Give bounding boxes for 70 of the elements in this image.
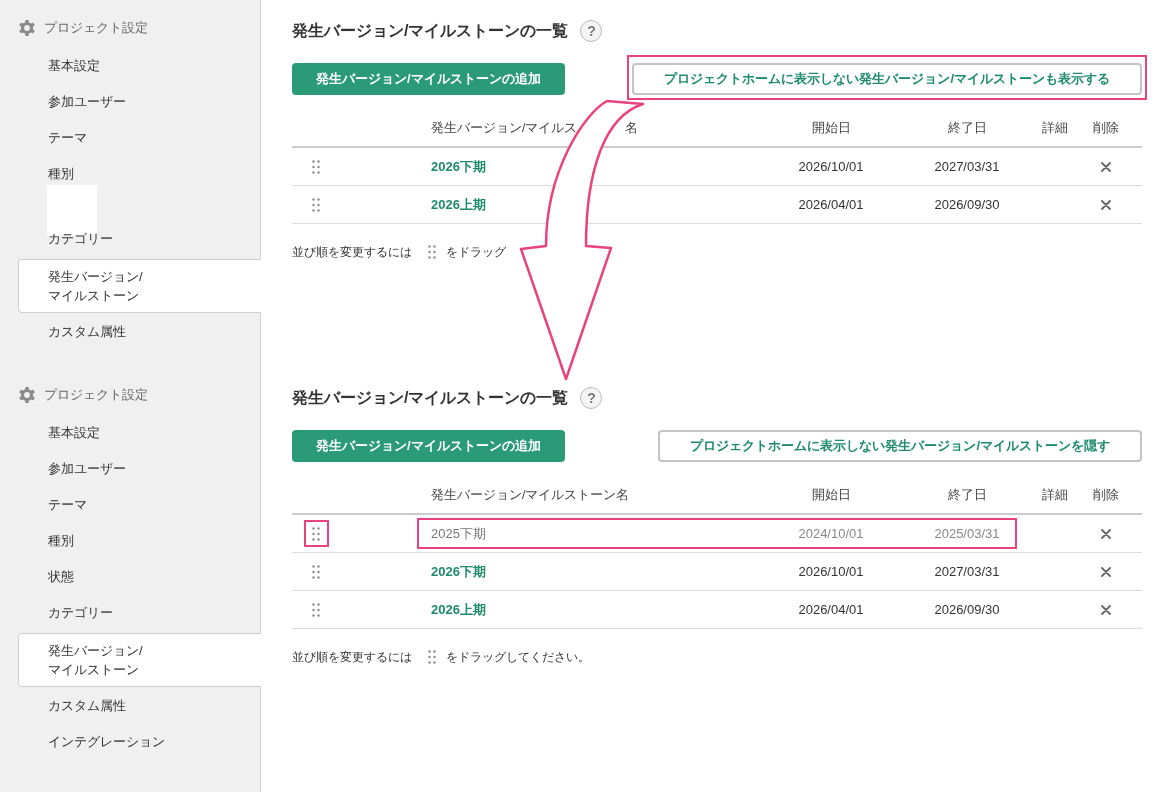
end-date: 2027/03/31 [934, 159, 1000, 174]
start-date: 2026/10/01 [798, 564, 864, 579]
drag-handle-icon[interactable] [312, 602, 320, 617]
sidebar-item[interactable]: インテグレーション [18, 724, 261, 760]
version-name[interactable]: 2025下期 [431, 524, 486, 543]
column-header: 開始日 [811, 487, 851, 502]
toggle-hidden-button[interactable]: プロジェクトホームに表示しない発生バージョン/マイルストーンも表示する [632, 63, 1142, 95]
sidebar-item[interactable]: 種別 [18, 156, 261, 192]
end-date: 2026/09/30 [934, 197, 1000, 212]
end-date: 2027/03/31 [934, 564, 1000, 579]
sidebar-item[interactable]: カテゴリー [18, 221, 261, 257]
page-title: 発生バージョン/マイルストーンの一覧 [292, 388, 569, 408]
sidebar-heading: プロジェクト設定 [44, 19, 148, 37]
sidebar-item[interactable]: カテゴリー [18, 595, 261, 631]
start-date: 2026/04/01 [798, 197, 864, 212]
drag-handle-icon[interactable] [312, 564, 320, 579]
column-header: 開始日 [811, 120, 851, 135]
column-header: 終了日 [947, 120, 987, 135]
sidebar-item[interactable]: テーマ [18, 120, 261, 156]
sidebar-item[interactable]: カスタム属性 [18, 314, 261, 350]
sidebar-item[interactable]: 基本設定 [18, 48, 261, 84]
drag-handle-icon [428, 650, 436, 664]
delete-icon[interactable] [1101, 199, 1111, 210]
sidebar-heading: プロジェクト設定 [44, 386, 148, 404]
column-header: 終了日 [947, 487, 987, 502]
version-link[interactable]: 2026上期 [431, 195, 486, 214]
column-header: 名 [625, 120, 639, 135]
page-title: 発生バージョン/マイルストーンの一覧 [292, 21, 569, 41]
add-button[interactable]: 発生バージョン/マイルストーンの追加 [292, 430, 565, 462]
drag-handle-icon [428, 245, 436, 259]
gear-icon [18, 386, 36, 404]
help-button[interactable]: ? [580, 20, 603, 42]
delete-icon[interactable] [1101, 566, 1111, 577]
sidebar-item[interactable]: 発生バージョン/ マイルストーン [18, 633, 261, 687]
sort-hint-text: 並び順を変更するには [292, 243, 412, 261]
sidebar-item[interactable]: 参加ユーザー [18, 451, 261, 487]
drag-handle-icon[interactable] [312, 526, 320, 541]
end-date: 2026/09/30 [934, 602, 1000, 617]
delete-icon[interactable] [1101, 604, 1111, 615]
column-header: 削除 [1093, 120, 1119, 135]
delete-icon[interactable] [1101, 528, 1111, 539]
sidebar-item[interactable]: 状態 [18, 559, 261, 595]
delete-icon[interactable] [1101, 161, 1111, 172]
toggle-hidden-button[interactable]: プロジェクトホームに表示しない発生バージョン/マイルストーンを隠す [658, 430, 1142, 462]
start-date: 2026/04/01 [798, 602, 864, 617]
version-link[interactable]: 2026下期 [431, 562, 486, 581]
version-link[interactable]: 2026上期 [431, 600, 486, 619]
start-date: 2024/10/01 [798, 526, 864, 541]
sidebar-item[interactable]: 発生バージョン/ マイルストーン [18, 259, 261, 313]
end-date: 2025/03/31 [934, 526, 1000, 541]
drag-handle-icon[interactable] [312, 159, 320, 174]
sort-hint-text: をドラッグ [446, 243, 506, 261]
column-header: 発生バージョン/マイルス [431, 120, 578, 135]
start-date: 2026/10/01 [798, 159, 864, 174]
drag-handle-icon[interactable] [312, 197, 320, 212]
sidebar-item[interactable]: カスタム属性 [18, 688, 261, 724]
version-link[interactable]: 2026下期 [431, 157, 486, 176]
sidebar-item[interactable]: 種別 [18, 523, 261, 559]
column-header: 削除 [1093, 487, 1119, 502]
column-header: 詳細 [1042, 120, 1068, 135]
gear-icon [18, 19, 36, 37]
sidebar-item[interactable]: テーマ [18, 487, 261, 523]
column-header: 詳細 [1042, 487, 1068, 502]
sort-hint-text: をドラッグしてください。 [446, 648, 590, 666]
help-button[interactable]: ? [580, 387, 603, 409]
sidebar-item[interactable]: 基本設定 [18, 415, 261, 451]
sort-hint-text: 並び順を変更するには [292, 648, 412, 666]
add-button[interactable]: 発生バージョン/マイルストーンの追加 [292, 63, 565, 95]
sidebar-item[interactable]: 参加ユーザー [18, 84, 261, 120]
column-header: 発生バージョン/マイルストーン名 [431, 487, 630, 502]
